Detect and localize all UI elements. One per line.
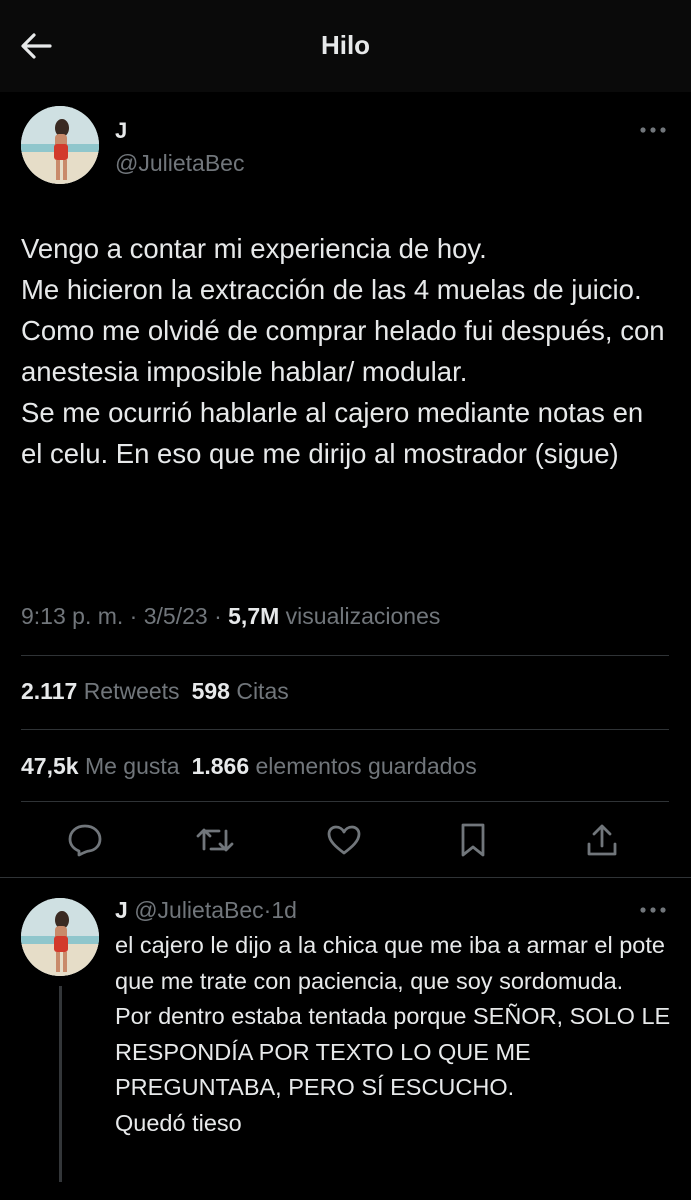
reply-author-name[interactable]: J (115, 897, 128, 923)
share-icon (587, 824, 617, 856)
reply-button[interactable] (65, 820, 105, 860)
retweets-count: 2.117 (21, 678, 78, 704)
avatar-photo (21, 898, 99, 976)
like-button[interactable] (324, 820, 364, 860)
tweet-date[interactable]: 3/5/23 (144, 603, 208, 629)
reply-avatar[interactable] (21, 898, 99, 976)
reply-time[interactable]: 1d (271, 897, 297, 923)
likes-label: Me gusta (84, 753, 180, 779)
bookmarks-count: 1.866 (191, 753, 250, 779)
tweet-meta: 9:13 p. m. · 3/5/23 · 5,7M visualizacion… (21, 603, 440, 630)
author-handle[interactable]: @JulietaBec (115, 150, 244, 177)
retweet-button[interactable] (195, 820, 235, 860)
likes-count: 47,5k (21, 753, 79, 779)
bookmarks-stat[interactable]: 1.866 elementos guardados (192, 753, 477, 779)
section-divider (0, 877, 691, 878)
quotes-label: Citas (236, 678, 289, 704)
divider (21, 655, 669, 656)
likes-stat[interactable]: 47,5k Me gusta (21, 753, 180, 779)
reply-more-button[interactable] (637, 900, 669, 920)
bookmark-icon (461, 823, 485, 857)
top-bar: Hilo (0, 0, 691, 92)
views-count: 5,7M (228, 603, 280, 629)
stats-row-retweets: 2.117 Retweets 598 Citas (21, 678, 301, 705)
page-title: Hilo (320, 30, 371, 60)
more-dots-icon (640, 907, 666, 913)
retweet-icon (196, 828, 234, 852)
author-name[interactable]: J (115, 118, 127, 144)
meta-separator: · (207, 603, 229, 629)
meta-separator: · (123, 603, 144, 629)
more-button[interactable] (637, 120, 669, 140)
share-button[interactable] (582, 820, 622, 860)
thread-line (59, 986, 62, 1182)
reply-author-handle[interactable]: @JulietaBec (134, 897, 263, 923)
retweets-stat[interactable]: 2.117 Retweets (21, 678, 180, 704)
bookmarks-label: elementos guardados (255, 753, 477, 779)
comment-icon (68, 824, 102, 857)
heart-icon (327, 825, 361, 855)
quotes-count: 598 (191, 678, 230, 704)
reply-header: J @JulietaBec·1d (115, 897, 297, 924)
tweet-text: Vengo a contar mi experiencia de hoy. Me… (21, 233, 665, 469)
avatar[interactable] (21, 106, 99, 184)
reply-text: el cajero le dijo a la chica que me iba … (115, 932, 671, 1136)
more-dots-icon (640, 127, 666, 133)
stats-row-likes: 47,5k Me gusta 1.866 elementos guardados (21, 753, 489, 780)
bookmark-button[interactable] (453, 820, 493, 860)
tweet-time[interactable]: 9:13 p. m. (21, 603, 123, 629)
divider (21, 729, 669, 730)
retweets-label: Retweets (83, 678, 180, 704)
avatar-photo (21, 106, 99, 184)
views-label: visualizaciones (285, 603, 441, 629)
divider (21, 801, 669, 802)
quotes-stat[interactable]: 598 Citas (192, 678, 289, 704)
